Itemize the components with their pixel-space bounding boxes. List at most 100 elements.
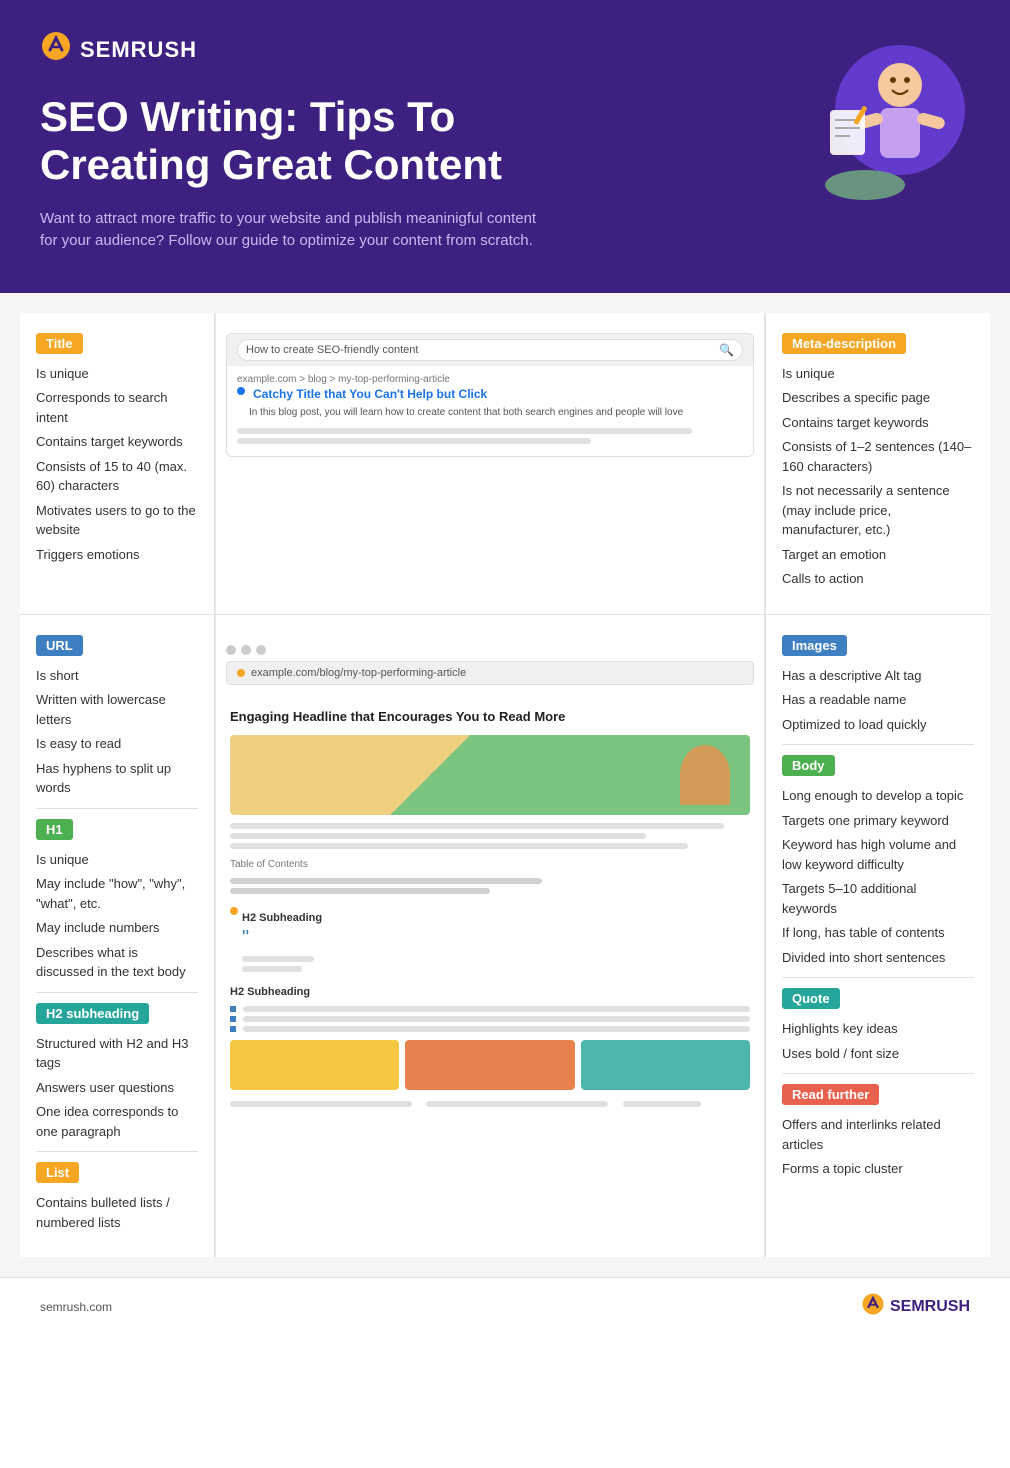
body-badge: Body	[782, 755, 835, 776]
page-link: Catchy Title that You Can't Help but Cli…	[253, 387, 487, 401]
body-item: Divided into short sentences	[782, 948, 974, 968]
dot-green	[256, 645, 266, 655]
title-item: Consists of 15 to 40 (max. 60) character…	[36, 457, 198, 496]
article-mockup: Engaging Headline that Encourages You to…	[226, 695, 754, 1123]
body-item: Long enough to develop a topic	[782, 786, 974, 806]
dot-orange	[230, 907, 238, 915]
separator	[36, 1151, 198, 1152]
url-orange-dot	[237, 669, 245, 677]
h2-badge: H2 subheading	[36, 1003, 149, 1024]
body-item: Keyword has high volume and low keyword …	[782, 835, 974, 874]
quote-item: Uses bold / font size	[782, 1044, 974, 1064]
h2-list: Structured with H2 and H3 tags Answers u…	[36, 1034, 198, 1142]
url-badge: URL	[36, 635, 83, 656]
bottom-images-row	[230, 1040, 750, 1090]
h2-body-lines	[242, 956, 322, 972]
footer-logo: SEMRUSH	[861, 1292, 970, 1321]
page-title: SEO Writing: Tips To Creating Great Cont…	[40, 93, 600, 190]
url-item: Has hyphens to split up words	[36, 759, 198, 798]
browser-mockup: How to create SEO-friendly content 🔍 exa…	[226, 333, 754, 457]
body-list: Long enough to develop a topic Targets o…	[782, 786, 974, 967]
search-icon: 🔍	[719, 343, 734, 357]
body-item: Targets 5–10 additional keywords	[782, 879, 974, 918]
url-list: Is short Written with lowercase letters …	[36, 666, 198, 798]
separator	[782, 744, 974, 745]
title-item: Triggers emotions	[36, 545, 198, 565]
article-section: example.com/blog/my-top-performing-artic…	[215, 615, 765, 1258]
dot-red	[226, 645, 236, 655]
bottom-img-3	[581, 1040, 750, 1090]
url-item: Written with lowercase letters	[36, 690, 198, 729]
main-content: Title Is unique Corresponds to search in…	[0, 293, 1010, 1278]
title-item: Is unique	[36, 364, 198, 384]
separator	[782, 977, 974, 978]
title-list: Is unique Corresponds to search intent C…	[36, 364, 198, 565]
meta-section: Meta-description Is unique Describes a s…	[765, 313, 990, 614]
h2-label-1: H2 Subheading	[242, 912, 322, 924]
title-item: Contains target keywords	[36, 432, 198, 452]
toc-lines	[230, 878, 750, 894]
url-item: Is short	[36, 666, 198, 686]
images-list: Has a descriptive Alt tag Has a readable…	[782, 666, 974, 735]
search-text: How to create SEO-friendly content	[246, 344, 418, 356]
h2-label-2: H2 Subheading	[230, 986, 750, 998]
h2-item: Structured with H2 and H3 tags	[36, 1034, 198, 1073]
quote-item: Highlights key ideas	[782, 1019, 974, 1039]
body-item: Targets one primary keyword	[782, 811, 974, 831]
images-item: Optimized to load quickly	[782, 715, 974, 735]
browser-bar: How to create SEO-friendly content 🔍	[227, 334, 753, 366]
h1-badge: H1	[36, 819, 73, 840]
meta-item: Describes a specific page	[782, 388, 974, 408]
meta-item: Contains target keywords	[782, 413, 974, 433]
meta-item: Consists of 1–2 sentences (140–160 chara…	[782, 437, 974, 476]
separator	[36, 808, 198, 809]
read-further-item: Forms a topic cluster	[782, 1159, 974, 1179]
h2-subheading-2: H2 Subheading	[230, 986, 750, 1032]
footer-logo-text: SEMRUSH	[890, 1298, 970, 1316]
meta-item: Is unique	[782, 364, 974, 384]
browser-search-bar: How to create SEO-friendly content 🔍	[237, 339, 743, 361]
dot-yellow	[241, 645, 251, 655]
bottom-img-2	[405, 1040, 574, 1090]
image-shape	[680, 745, 730, 805]
footer: semrush.com SEMRUSH	[0, 1277, 1010, 1335]
h1-item: Is unique	[36, 850, 198, 870]
toc-label: Table of Contents	[230, 859, 750, 870]
quote-badge: Quote	[782, 988, 840, 1009]
browser-dots	[226, 645, 754, 655]
header-illustration	[770, 30, 970, 210]
title-section: Title Is unique Corresponds to search in…	[20, 313, 215, 614]
list-badge: List	[36, 1162, 79, 1183]
h2-item: One idea corresponds to one paragraph	[36, 1102, 198, 1141]
separator	[782, 1073, 974, 1074]
h2-subheading-1: H2 Subheading "	[230, 904, 750, 976]
breadcrumb: example.com > blog > my-top-performing-a…	[237, 374, 743, 385]
images-item: Has a descriptive Alt tag	[782, 666, 974, 686]
title-item: Motivates users to go to the website	[36, 501, 198, 540]
list-list: Contains bulleted lists / numbered lists	[36, 1193, 198, 1232]
meta-item: Is not necessarily a sentence (may inclu…	[782, 481, 974, 540]
url-bar: example.com/blog/my-top-performing-artic…	[226, 661, 754, 685]
logo-text: SEMRUSH	[80, 37, 197, 63]
url-mockup: example.com/blog/my-top-performing-artic…	[226, 645, 754, 685]
header: SEMRUSH SEO Writing: Tips To Creating Gr…	[0, 0, 1010, 293]
browser-content: example.com > blog > my-top-performing-a…	[227, 366, 753, 456]
footer-lines	[230, 1098, 750, 1116]
page-description: In this blog post, you will learn how to…	[249, 406, 683, 420]
article-headline: Engaging Headline that Encourages You to…	[230, 709, 750, 726]
h1-list: Is unique May include "how", "why", "wha…	[36, 850, 198, 982]
list-bullet	[230, 1026, 236, 1032]
meta-badge: Meta-description	[782, 333, 906, 354]
separator	[36, 992, 198, 993]
right-col-2: Images Has a descriptive Alt tag Has a r…	[765, 615, 990, 1258]
page-subtitle: Want to attract more traffic to your web…	[40, 208, 540, 253]
list-item: Contains bulleted lists / numbered lists	[36, 1193, 198, 1232]
toc-section: Table of Contents	[230, 859, 750, 894]
list-bullet	[230, 1016, 236, 1022]
article-image	[230, 735, 750, 815]
body-item: If long, has table of contents	[782, 923, 974, 943]
h1-item: May include "how", "why", "what", etc.	[36, 874, 198, 913]
body-lines	[230, 823, 750, 849]
gray-lines	[237, 428, 743, 444]
read-further-list: Offers and interlinks related articles F…	[782, 1115, 974, 1179]
